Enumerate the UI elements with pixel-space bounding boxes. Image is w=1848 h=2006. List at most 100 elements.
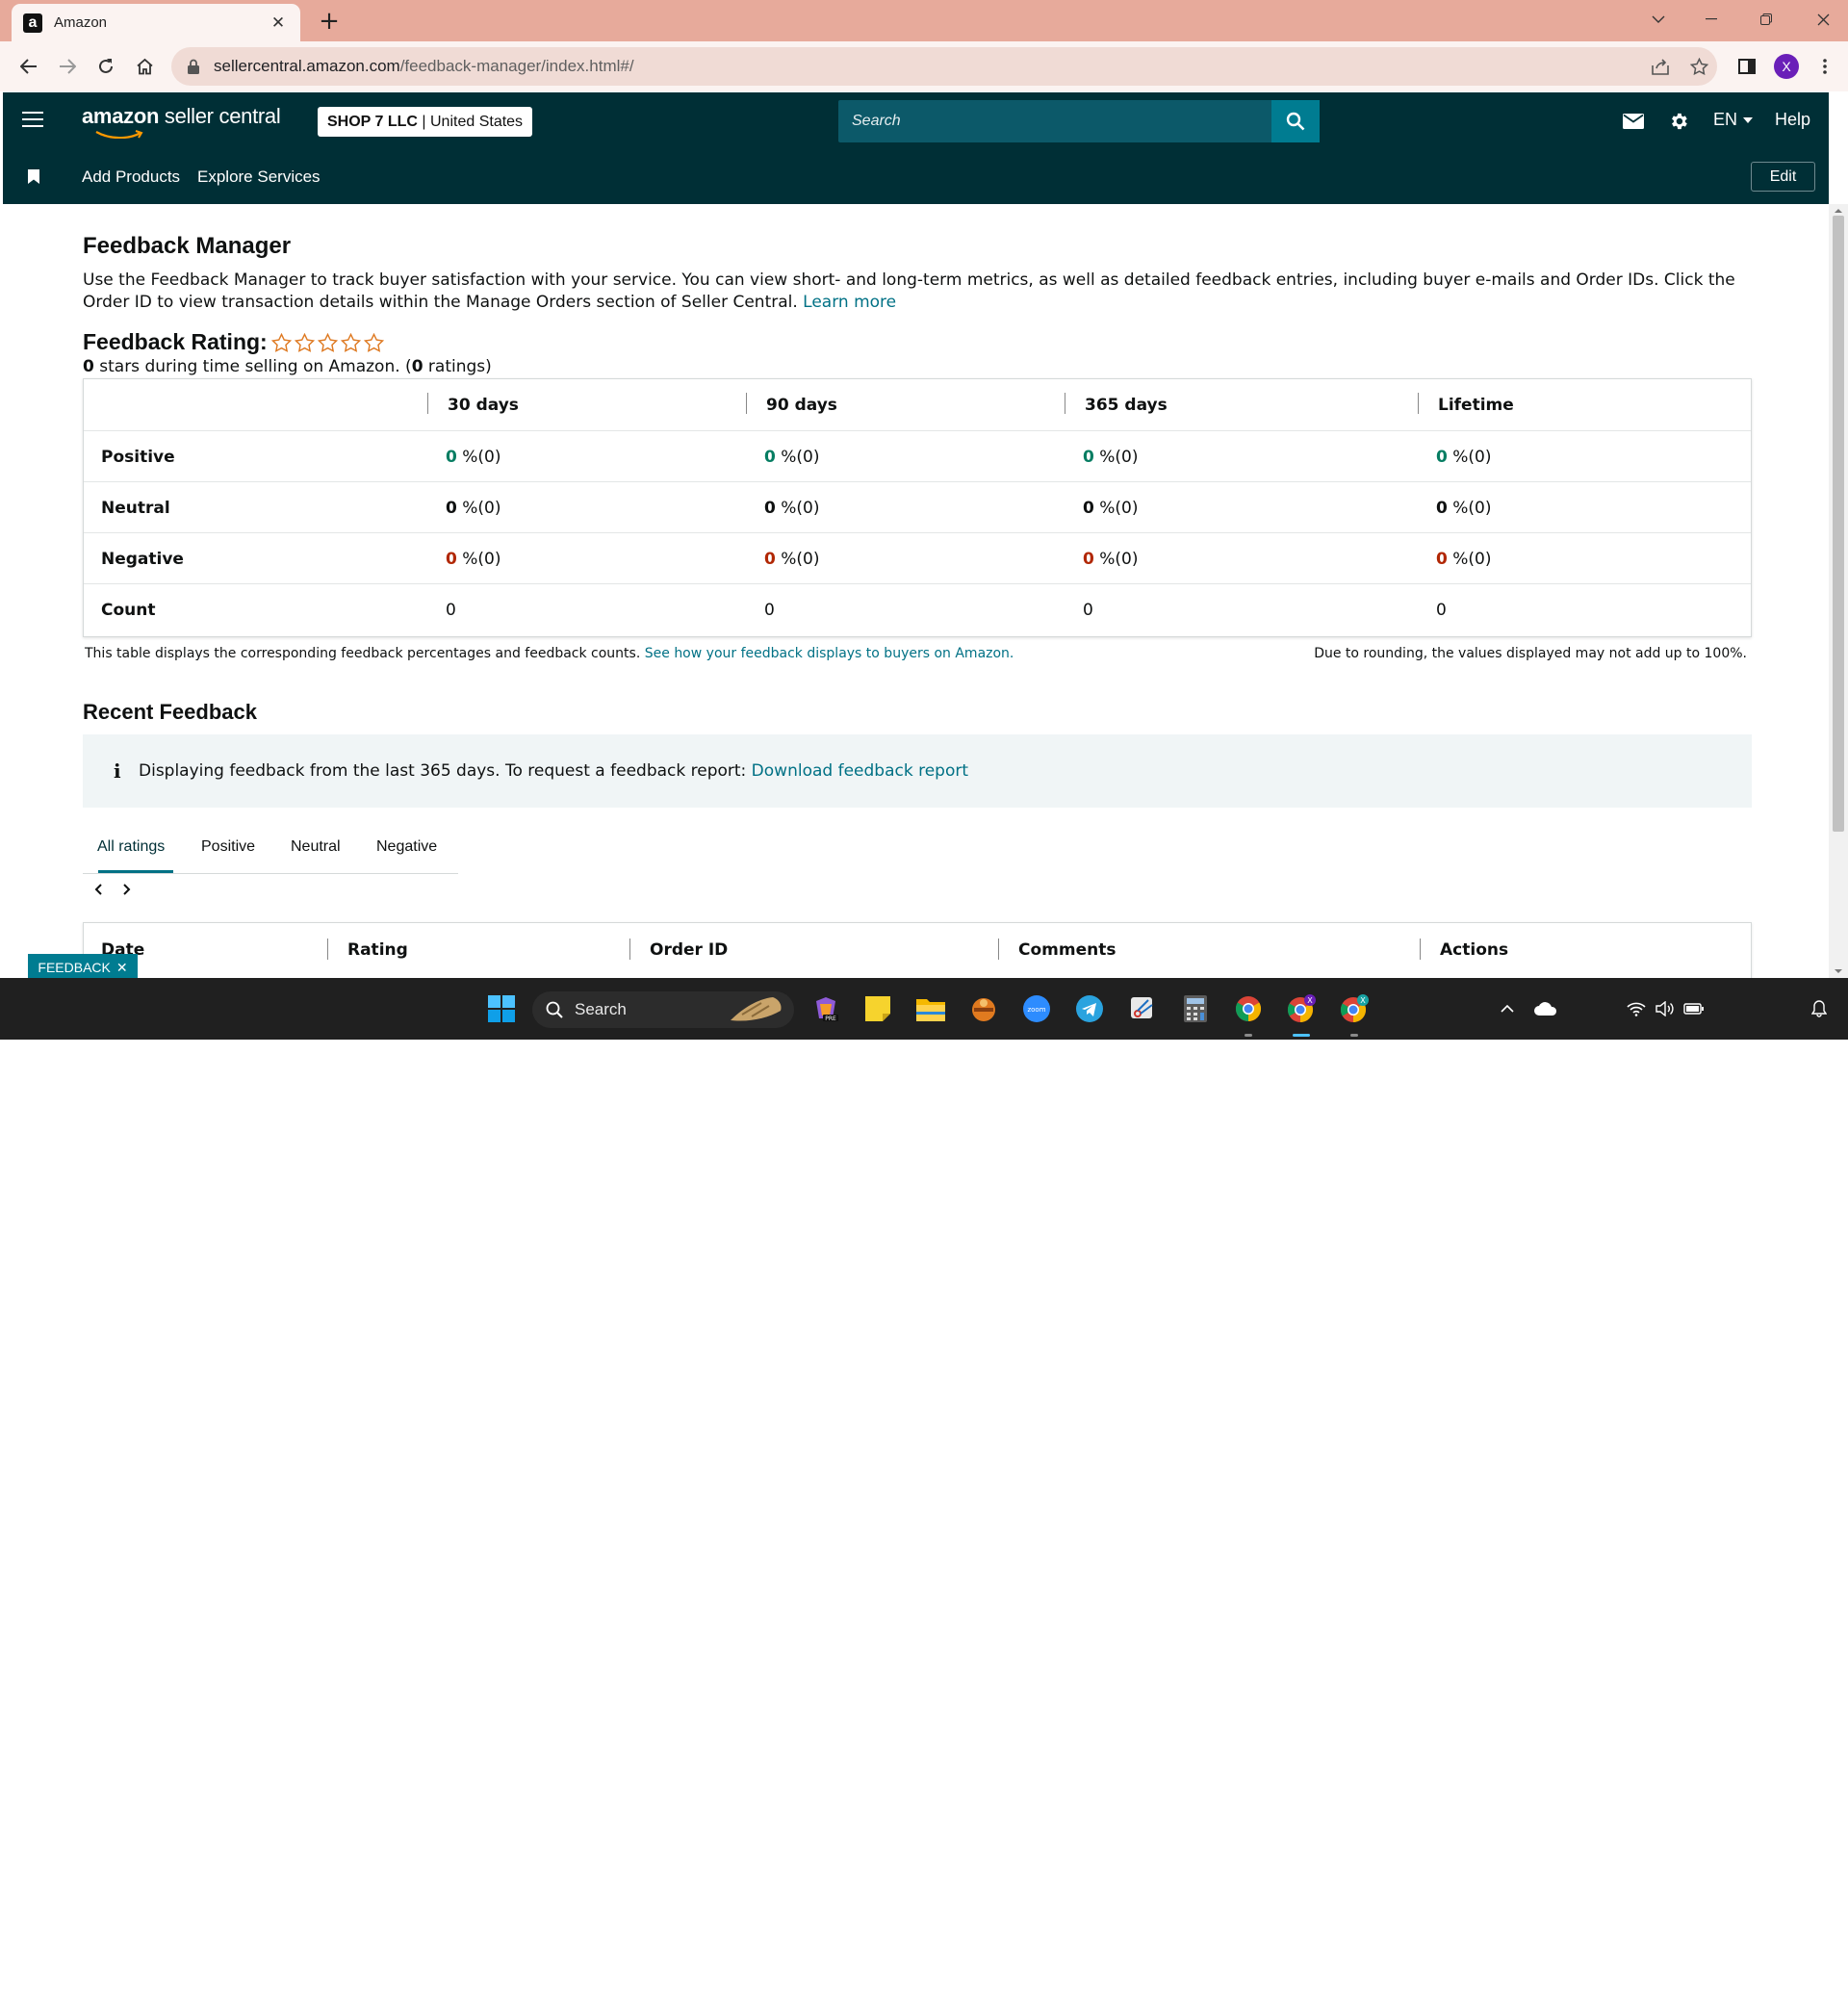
battery-icon[interactable] — [1679, 993, 1709, 1024]
row-label: Count — [101, 600, 156, 620]
scroll-up-icon[interactable] — [1834, 206, 1843, 216]
chevron-up-icon[interactable] — [1492, 993, 1523, 1024]
kebab-menu-icon[interactable] — [1810, 51, 1840, 82]
intro-text: Use the Feedback Manager to track buyer … — [83, 270, 1735, 312]
column-header: Lifetime — [1438, 395, 1514, 415]
seller-central-header: amazon seller central SHOP 7 LLC | Unite… — [3, 92, 1829, 150]
column-header-comments[interactable]: Comments — [1018, 940, 1116, 960]
designer-app-icon[interactable]: PRE — [810, 993, 841, 1024]
zoom-icon[interactable]: zoom — [1021, 993, 1052, 1024]
minimize-icon[interactable] — [1692, 4, 1731, 35]
cooking-app-icon[interactable] — [968, 993, 999, 1024]
home-icon[interactable] — [129, 51, 160, 82]
sticky-notes-icon[interactable] — [862, 993, 893, 1024]
language-selector[interactable]: EN — [1713, 110, 1754, 130]
taskbar-search[interactable]: Search — [532, 991, 794, 1028]
page-scrollbar[interactable] — [1829, 204, 1848, 978]
bookmark-icon[interactable] — [28, 169, 39, 184]
feedback-badge-button[interactable]: FEEDBACK ✕ — [28, 954, 138, 981]
tab-title: Amazon — [54, 14, 108, 31]
download-feedback-report-link[interactable]: Download feedback report — [752, 761, 968, 781]
restore-icon[interactable] — [1747, 4, 1785, 35]
rating-stars — [270, 332, 384, 352]
clock-time[interactable]: 7:20 am — [1713, 1971, 1810, 1987]
chrome-profile-secondary-icon[interactable]: X — [1339, 993, 1370, 1024]
share-icon[interactable] — [1645, 51, 1676, 82]
store-selector[interactable]: SHOP 7 LLC | United States — [318, 107, 533, 137]
scroll-thumb[interactable] — [1833, 216, 1844, 832]
hamburger-menu-icon[interactable] — [22, 112, 43, 129]
windows-start-icon[interactable] — [486, 993, 517, 1024]
feedback-table: 30 days 90 days 365 days Lifetime Positi… — [83, 378, 1752, 637]
bookmark-star-icon[interactable] — [1683, 51, 1714, 82]
tab-positive[interactable]: Positive — [201, 838, 255, 856]
caret-down-icon — [1743, 116, 1754, 123]
tab-neutral[interactable]: Neutral — [291, 838, 341, 856]
calculator-icon[interactable] — [1180, 993, 1211, 1024]
chrome-icon[interactable] — [1233, 993, 1264, 1024]
column-header: 90 days — [766, 395, 837, 415]
learn-more-link[interactable]: Learn more — [803, 293, 896, 312]
page-title: Feedback Manager — [83, 233, 292, 259]
taskbar: Search PRE zoom X X ENG US 7:20 am 30/11… — [0, 978, 1848, 2006]
tab-negative[interactable]: Negative — [376, 838, 437, 856]
notification-bell-icon[interactable] — [1804, 993, 1835, 1024]
clock-date[interactable]: 30/11/2023 — [1713, 1991, 1810, 2006]
column-header: 30 days — [448, 395, 519, 415]
tab-search-chevron-icon[interactable] — [1639, 4, 1678, 35]
browser-tab-amazon[interactable]: a Amazon ✕ — [12, 4, 300, 41]
bookmarks-bar: Add Products Explore Services Edit — [3, 150, 1829, 204]
address-bar[interactable]: sellercentral.amazon.com/feedback-manage… — [171, 47, 1717, 86]
search-icon — [1286, 112, 1305, 131]
tab-all-ratings[interactable]: All ratings — [97, 838, 165, 856]
svg-text:X: X — [1360, 996, 1366, 1005]
help-link[interactable]: Help — [1775, 110, 1810, 130]
table-cell: 0 %(0) — [1436, 549, 1492, 569]
close-tab-icon[interactable]: ✕ — [268, 13, 289, 33]
snipping-tool-icon[interactable] — [1127, 993, 1158, 1024]
forward-arrow-icon[interactable] — [52, 51, 83, 82]
amazon-favicon-icon: a — [23, 13, 42, 33]
search-button[interactable] — [1271, 100, 1320, 142]
input-language-bottom[interactable]: US — [1575, 1991, 1609, 2006]
onedrive-cloud-icon[interactable] — [1530, 993, 1561, 1024]
reload-icon[interactable] — [90, 51, 121, 82]
back-arrow-icon[interactable] — [13, 51, 44, 82]
column-header-rating[interactable]: Rating — [347, 940, 408, 960]
search-input[interactable] — [838, 100, 1271, 142]
edit-button[interactable]: Edit — [1751, 162, 1815, 192]
telegram-icon[interactable] — [1074, 993, 1105, 1024]
profile-avatar[interactable]: X — [1771, 51, 1802, 82]
chevron-right-icon[interactable] — [119, 881, 135, 898]
feedback-display-link[interactable]: See how your feedback displays to buyers… — [645, 646, 1014, 661]
search-icon — [546, 1001, 563, 1018]
chevron-left-icon[interactable] — [90, 881, 106, 898]
file-explorer-icon[interactable] — [915, 993, 946, 1024]
table-row-neutral: Neutral 0 %(0) 0 %(0) 0 %(0) 0 %(0) — [84, 481, 1751, 532]
rating-summary: 0 stars during time selling on Amazon. (… — [83, 357, 492, 376]
close-icon[interactable]: ✕ — [116, 960, 128, 976]
close-window-icon[interactable] — [1804, 4, 1842, 35]
star-icon — [294, 332, 315, 352]
seller-central-logo[interactable]: amazon seller central — [82, 104, 281, 139]
chrome-profile-x-icon[interactable]: X — [1286, 993, 1317, 1024]
new-tab-icon[interactable]: + — [315, 7, 344, 36]
input-language-top[interactable]: ENG — [1575, 1971, 1609, 1987]
table-cell: 0 %(0) — [1436, 498, 1492, 518]
mail-icon[interactable] — [1621, 109, 1646, 134]
volume-icon[interactable] — [1650, 993, 1681, 1024]
column-header-order-id[interactable]: Order ID — [650, 940, 728, 960]
feedback-table-header: 30 days 90 days 365 days Lifetime — [84, 379, 1751, 430]
column-header-actions[interactable]: Actions — [1440, 940, 1508, 960]
side-panel-icon[interactable] — [1732, 51, 1762, 82]
settings-gear-icon[interactable] — [1666, 109, 1691, 134]
table-cell: 0 %(0) — [1083, 549, 1139, 569]
recent-feedback-title: Recent Feedback — [83, 700, 257, 724]
svg-text:zoom: zoom — [1027, 1006, 1045, 1014]
wifi-icon[interactable] — [1621, 993, 1652, 1024]
explore-services-link[interactable]: Explore Services — [197, 167, 321, 187]
add-products-link[interactable]: Add Products — [82, 167, 180, 187]
scroll-down-icon[interactable] — [1834, 966, 1843, 976]
star-icon — [340, 332, 361, 352]
table-cell: 0 %(0) — [446, 498, 501, 518]
